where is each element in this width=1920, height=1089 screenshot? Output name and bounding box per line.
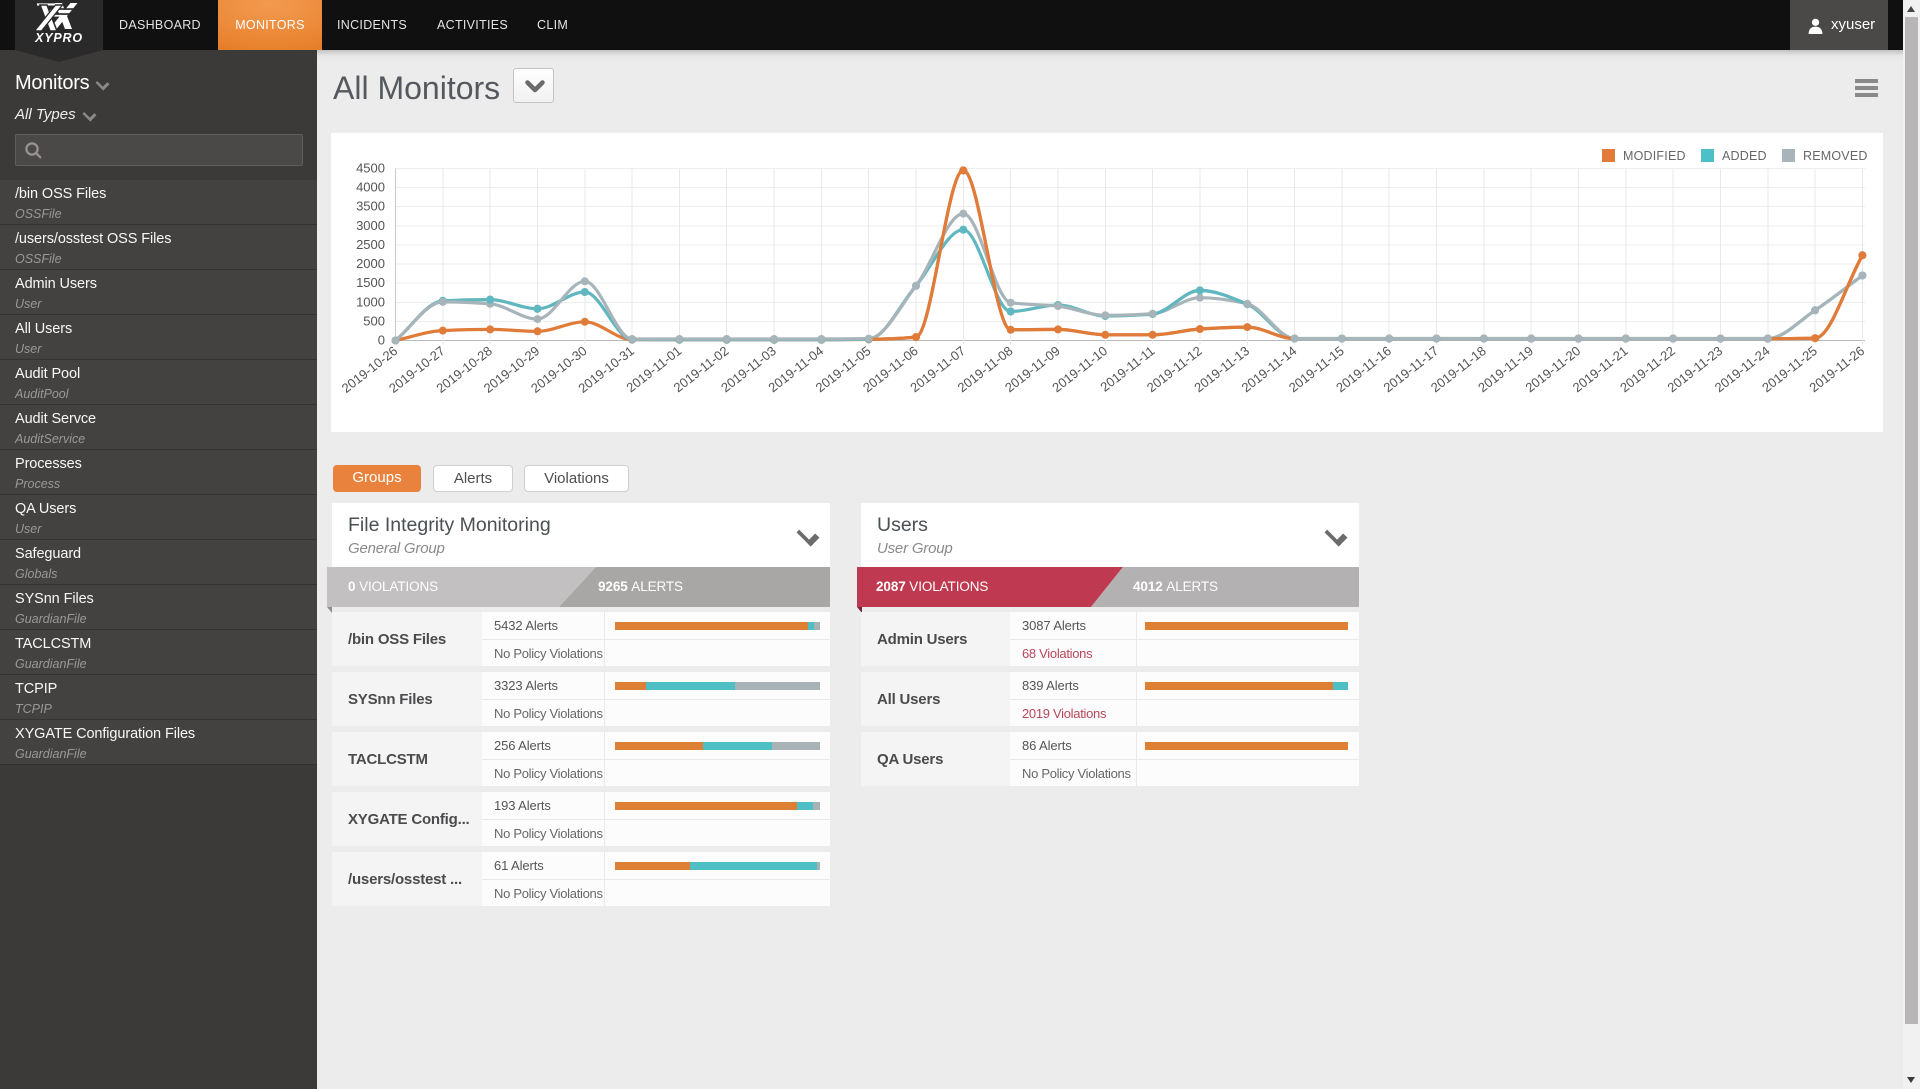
svg-text:2000: 2000 bbox=[356, 256, 385, 271]
svg-text:2500: 2500 bbox=[356, 237, 385, 252]
svg-text:3500: 3500 bbox=[356, 199, 385, 214]
svg-text:1000: 1000 bbox=[356, 294, 385, 309]
svg-text:1500: 1500 bbox=[356, 275, 385, 290]
svg-text:500: 500 bbox=[363, 313, 385, 328]
svg-text:4000: 4000 bbox=[356, 180, 385, 195]
svg-text:0: 0 bbox=[378, 333, 385, 348]
svg-text:4500: 4500 bbox=[356, 161, 385, 176]
svg-text:XYPRO: XYPRO bbox=[34, 31, 83, 45]
svg-text:3000: 3000 bbox=[356, 218, 385, 233]
